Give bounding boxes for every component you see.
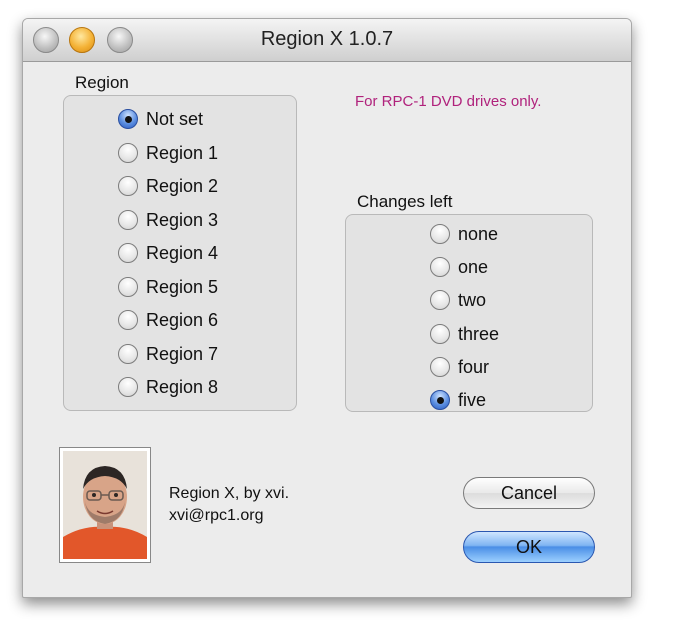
- radio-label: five: [458, 389, 487, 410]
- radio-button[interactable]: [430, 224, 450, 244]
- radio-region-3[interactable]: Region 3: [118, 207, 218, 233]
- radio-changes-none[interactable]: none: [430, 221, 498, 247]
- radio-button[interactable]: [118, 377, 138, 397]
- radio-button[interactable]: [430, 357, 450, 377]
- radio-button[interactable]: [118, 143, 138, 163]
- window-title: Region X 1.0.7: [260, 28, 394, 50]
- radio-label: one: [458, 256, 489, 277]
- dialog-window: Region X 1.0.7 Region Not set Region 1 R…: [22, 18, 632, 598]
- radio-label: Region 5: [146, 276, 219, 297]
- radio-label: Region 3: [146, 209, 219, 230]
- radio-label: two: [458, 289, 487, 310]
- rpc1-note: For RPC-1 DVD drives only.: [355, 93, 542, 110]
- radio-button[interactable]: [118, 310, 138, 330]
- radio-label: Region 2: [146, 175, 219, 196]
- radio-changes-three[interactable]: three: [430, 321, 499, 347]
- radio-label: Not set: [146, 108, 204, 129]
- radio-changes-one[interactable]: one: [430, 254, 488, 280]
- radio-button[interactable]: [118, 109, 138, 129]
- radio-label: four: [458, 356, 490, 377]
- radio-button[interactable]: [118, 243, 138, 263]
- author-credit: Region X, by xvi.: [169, 485, 290, 502]
- radio-region-1[interactable]: Region 1: [118, 140, 218, 166]
- radio-region-2[interactable]: Region 2: [118, 173, 218, 199]
- changes-group-label: Changes left: [357, 192, 453, 211]
- cancel-button[interactable]: Cancel: [463, 477, 595, 509]
- radio-label: Region 1: [146, 142, 219, 163]
- radio-button[interactable]: [430, 390, 450, 410]
- portrait-image: [63, 451, 147, 559]
- radio-changes-four[interactable]: four: [430, 354, 489, 380]
- radio-label: Region 4: [146, 242, 219, 263]
- changes-group-box: none one two three four five: [345, 214, 593, 412]
- radio-region-8[interactable]: Region 8: [118, 374, 218, 400]
- radio-button[interactable]: [430, 290, 450, 310]
- radio-region-not-set[interactable]: Not set: [118, 106, 203, 132]
- radio-label: Region 8: [146, 376, 219, 397]
- radio-region-4[interactable]: Region 4: [118, 240, 218, 266]
- radio-button[interactable]: [118, 277, 138, 297]
- radio-button[interactable]: [430, 324, 450, 344]
- title-bar: Region X 1.0.7: [23, 19, 631, 62]
- radio-label: none: [458, 223, 499, 244]
- radio-changes-two[interactable]: two: [430, 287, 486, 313]
- radio-button[interactable]: [118, 210, 138, 230]
- radio-region-7[interactable]: Region 7: [118, 341, 218, 367]
- region-group-label: Region: [75, 73, 129, 92]
- radio-region-5[interactable]: Region 5: [118, 274, 218, 300]
- author-photo: [59, 447, 151, 563]
- radio-button[interactable]: [430, 257, 450, 277]
- radio-region-6[interactable]: Region 6: [118, 307, 218, 333]
- radio-button[interactable]: [118, 176, 138, 196]
- radio-changes-five[interactable]: five: [430, 387, 486, 413]
- ok-button[interactable]: OK: [463, 531, 595, 563]
- radio-label: Region 7: [146, 343, 219, 364]
- author-info: Region X, by xvi. xvi@rpc1.org: [169, 483, 289, 527]
- region-group-box: Not set Region 1 Region 2 Region 3 Regio…: [63, 95, 297, 411]
- radio-button[interactable]: [118, 344, 138, 364]
- radio-label: Region 6: [146, 309, 219, 330]
- radio-label: three: [458, 323, 500, 344]
- author-email: xvi@rpc1.org: [169, 507, 264, 524]
